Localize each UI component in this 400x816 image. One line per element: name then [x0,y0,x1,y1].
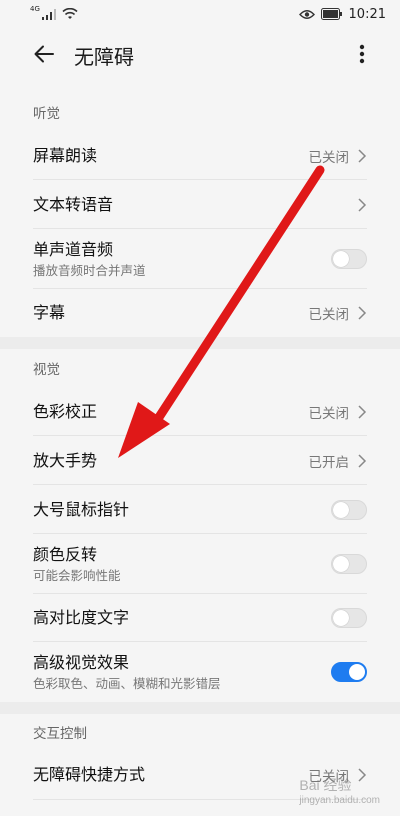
mono-audio-toggle[interactable] [331,249,367,269]
status-bar: 4G 10:21 [0,0,400,28]
app-bar: 无障碍 [0,28,400,80]
status-left: 4G [30,5,78,20]
page-title: 无障碍 [74,45,134,69]
high-contrast-toggle[interactable] [331,608,367,628]
watermark: Bai 经验 jingyan.baidu.com [299,775,380,806]
network-type: 4G [30,5,40,13]
section-header-hearing: 听觉 [33,106,60,122]
more-vertical-icon [359,44,365,64]
row-mono-audio[interactable]: 单声道音频 播放音频时合并声道 [0,229,400,289]
row-color-correction[interactable]: 色彩校正 已关闭 [0,387,400,436]
watermark-text: Bai 经验 [299,777,352,793]
more-options-button[interactable] [350,38,374,70]
status-right: 10:21 [298,6,386,22]
section-header-vision: 视觉 [33,362,60,378]
battery-icon [320,8,342,20]
row-title: 大号鼠标指针 [33,499,130,519]
row-title: 高对比度文字 [33,608,130,627]
row-value: 已关闭 [308,307,350,323]
row-advanced-visual-effects[interactable]: 高级视觉效果 色彩取色、动画、模糊和光影错层 [0,642,400,702]
chevron-right-icon [358,306,367,320]
signal-icon [41,8,56,20]
back-button[interactable] [26,38,62,70]
chevron-right-icon [358,197,367,212]
row-color-inversion[interactable]: 颜色反转 可能会影响性能 [0,534,400,594]
arrow-left-icon [34,45,54,63]
row-high-contrast-text[interactable]: 高对比度文字 [0,594,400,642]
chevron-right-icon [358,149,367,163]
row-title: 高级视觉效果 [33,652,130,672]
row-title: 色彩校正 [33,401,98,421]
chevron-right-icon [358,453,367,468]
row-title: 字幕 [33,303,66,322]
row-value: 已关闭 [308,150,350,166]
row-captions[interactable]: 字幕 已关闭 [0,289,400,337]
section-header-interaction: 交互控制 [33,726,87,742]
chevron-right-icon [358,404,367,419]
row-title: 单声道音频 [33,239,114,259]
wifi-icon [62,8,78,19]
row-title: 无障碍快捷方式 [33,765,146,784]
row-value: 已关闭 [308,405,350,422]
watermark-sub: jingyan.baidu.com [299,795,380,806]
row-title: 放大手势 [33,450,98,470]
row-subtitle: 可能会影响性能 [33,567,121,583]
row-large-pointer[interactable]: 大号鼠标指针 [0,485,400,534]
row-subtitle: 色彩取色、动画、模糊和光影错层 [33,675,221,691]
status-time: 10:21 [348,6,386,22]
large-pointer-toggle[interactable] [331,499,367,520]
row-value: 已开启 [308,454,350,471]
row-title: 颜色反转 [33,544,98,564]
row-title: 文本转语音 [33,194,114,214]
section-divider [0,702,400,714]
row-magnification-gesture[interactable]: 放大手势 已开启 [0,436,400,485]
row-subtitle: 播放音频时合并声道 [33,262,146,278]
eye-icon [298,9,315,19]
row-text-to-speech[interactable]: 文本转语音 [0,180,400,229]
section-divider [0,337,400,349]
color-inversion-toggle[interactable] [331,554,367,574]
row-screen-reader[interactable]: 屏幕朗读 已关闭 [0,132,400,180]
row-title: 屏幕朗读 [33,146,98,165]
advanced-visual-toggle[interactable] [331,662,367,682]
